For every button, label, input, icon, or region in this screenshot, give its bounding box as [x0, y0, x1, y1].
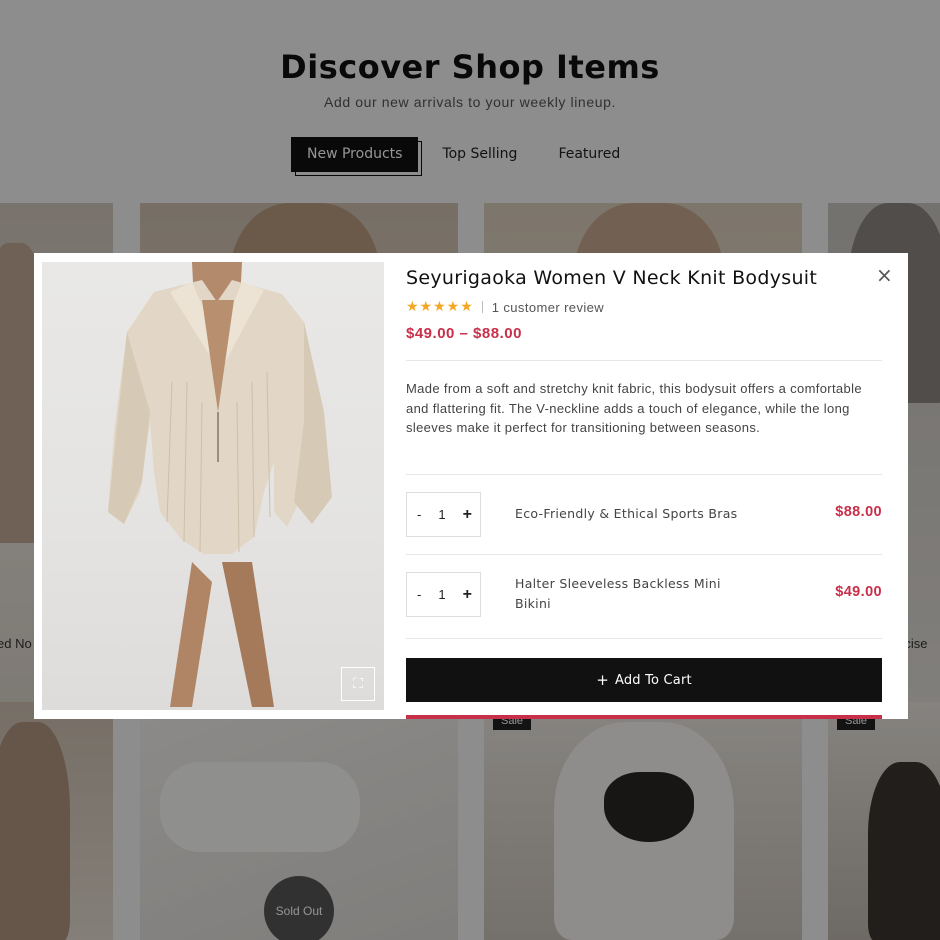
model-in-knit-bodysuit-image — [108, 262, 332, 707]
decrease-button[interactable]: - — [417, 587, 421, 602]
add-to-cart-button[interactable]: + Add To Cart — [406, 658, 882, 702]
increase-button[interactable]: + — [463, 506, 472, 524]
add-to-cart-label: Add To Cart — [614, 672, 692, 688]
item-name-link[interactable]: Eco-Friendly & Ethical Sports Bras — [515, 504, 745, 524]
item-price: $88.00 — [835, 504, 882, 520]
rating-row: ★★★★★ 1 customer review — [406, 299, 604, 315]
increase-button[interactable]: + — [463, 586, 472, 604]
review-count-link[interactable]: 1 customer review — [492, 300, 604, 315]
quantity-value[interactable]: 1 — [438, 507, 445, 522]
divider — [406, 554, 882, 555]
product-description: Made from a soft and stretchy knit fabri… — [406, 381, 862, 435]
item-price: $49.00 — [835, 584, 882, 600]
product-title: Seyurigaoka Women V Neck Knit Bodysuit — [406, 267, 818, 289]
divider — [406, 474, 882, 475]
star-rating-icon: ★★★★★ — [406, 299, 474, 315]
quantity-value[interactable]: 1 — [438, 587, 445, 602]
close-icon[interactable]: × — [876, 265, 893, 285]
item-name-link[interactable]: Halter Sleeveless Backless Mini Bikini — [515, 574, 745, 614]
plus-icon: + — [596, 671, 609, 689]
quantity-stepper: - 1 + — [406, 572, 481, 617]
expand-icon[interactable]: ⛶ — [341, 667, 375, 701]
grouped-item-row: - 1 + Halter Sleeveless Backless Mini Bi… — [406, 572, 882, 617]
grouped-item-row: - 1 + Eco-Friendly & Ethical Sports Bras… — [406, 492, 882, 537]
divider — [406, 360, 882, 361]
decrease-button[interactable]: - — [417, 507, 421, 522]
quantity-stepper: - 1 + — [406, 492, 481, 537]
accent-bar — [406, 715, 882, 719]
rating-separator — [481, 301, 483, 313]
product-image: ⛶ — [42, 262, 384, 710]
divider — [406, 638, 882, 639]
quick-view-modal: ⛶ Seyurigaoka Women V Neck Knit Bodysuit… — [34, 253, 908, 719]
price-range: $49.00 – $88.00 — [406, 325, 522, 342]
